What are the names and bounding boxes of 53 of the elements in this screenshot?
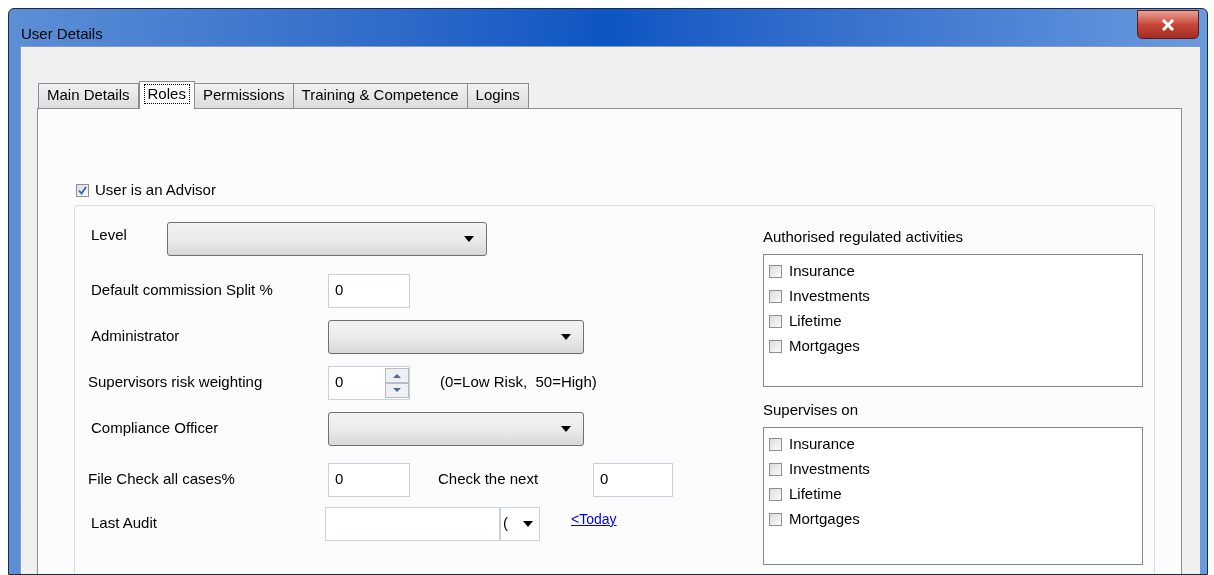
checkbox[interactable] — [769, 264, 782, 278]
checkbox[interactable] — [769, 289, 782, 303]
list-title: Supervises on — [763, 399, 860, 420]
today-link[interactable]: <Today — [571, 509, 617, 530]
checkbox-label: Insurance — [789, 433, 855, 454]
tab[interactable]: Logins — [466, 82, 529, 108]
checkbox[interactable] — [769, 487, 782, 501]
field-label: Supervisors risk weighting — [88, 372, 264, 393]
caret-icon — [464, 235, 474, 242]
checkbox-label: Mortgages — [789, 335, 860, 356]
input-field[interactable]: 0 — [328, 462, 410, 497]
checkbox[interactable] — [76, 184, 89, 197]
tab[interactable]: Roles — [138, 80, 195, 109]
checkbox[interactable] — [769, 314, 782, 328]
dropdown[interactable] — [328, 411, 584, 446]
hint-text: (0=Low Risk, 50=High) — [440, 372, 597, 393]
window-title: User Details — [21, 24, 103, 44]
input-field[interactable]: 0 — [328, 273, 410, 308]
field-label: Compliance Officer — [91, 418, 220, 439]
checkbox-label: Investments — [789, 285, 870, 306]
input-field[interactable]: 0 — [593, 462, 673, 497]
close-icon — [1161, 18, 1175, 31]
field-label: Administrator — [91, 326, 181, 347]
caret-icon — [561, 333, 571, 340]
checkbox[interactable] — [769, 512, 782, 526]
tab[interactable]: Main Details — [38, 82, 139, 108]
tab[interactable]: Training & Competence — [292, 82, 468, 108]
date-field[interactable] — [325, 506, 500, 541]
checkbox-label: Lifetime — [789, 483, 842, 504]
field-label: File Check all cases% — [88, 469, 236, 490]
check-icon — [78, 186, 87, 195]
checkbox[interactable] — [769, 462, 782, 476]
field-label: Last Audit — [91, 513, 158, 534]
close-button[interactable] — [1137, 10, 1199, 39]
caret-icon — [523, 520, 533, 527]
checkbox-label: Insurance — [789, 260, 855, 281]
date-dropdown[interactable]: ( — [500, 506, 540, 541]
tab[interactable]: Permissions — [193, 82, 294, 108]
checkbox-label: Mortgages — [789, 508, 860, 529]
field-label: Check the next — [438, 469, 540, 490]
field-label: Level — [91, 224, 128, 245]
checkbox[interactable] — [769, 339, 782, 353]
checkbox-label: Lifetime — [789, 310, 842, 331]
spinner-field[interactable]: 0 — [328, 365, 410, 400]
checkbox-label: User is an Advisor — [95, 180, 216, 201]
caret-icon — [561, 425, 571, 432]
checkbox-label: Investments — [789, 458, 870, 479]
spinner-arrows-icon — [385, 367, 409, 398]
dropdown[interactable] — [167, 221, 487, 256]
dropdown[interactable] — [328, 319, 584, 354]
checkbox[interactable] — [769, 437, 782, 451]
list-title: Authorised regulated activities — [763, 226, 965, 247]
field-label: Default commission Split % — [91, 280, 274, 301]
